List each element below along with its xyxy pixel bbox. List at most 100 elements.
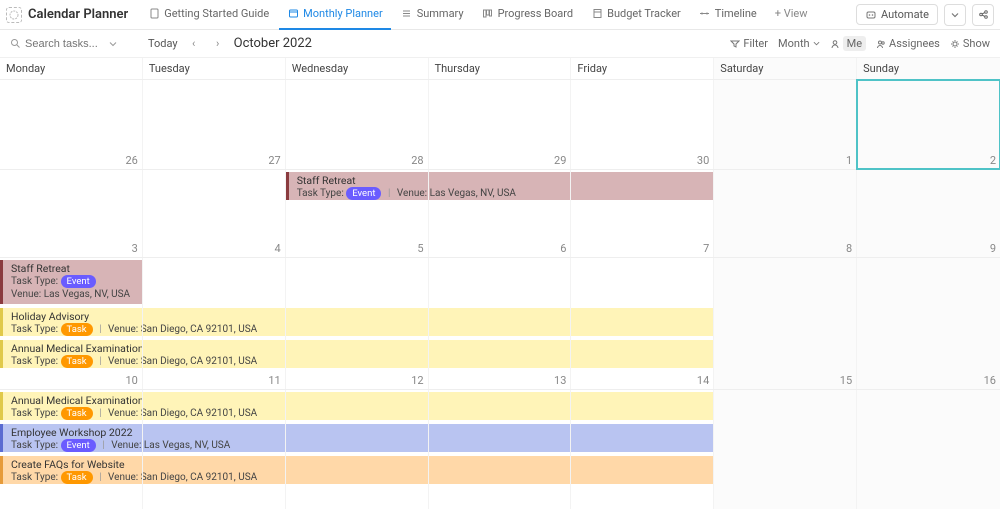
event-title: Create FAQs for Website — [11, 458, 994, 471]
tab-label: Monthly Planner — [303, 7, 383, 20]
event-type-label: Task Type: — [11, 356, 58, 367]
event-meta: Task Type: Event | Venue: Las Vegas, NV,… — [11, 439, 994, 452]
tab-monthly-planner[interactable]: Monthly Planner — [279, 0, 391, 30]
day-header-wed: Wednesday — [286, 58, 429, 79]
day-cell-today[interactable]: 2 — [857, 80, 1000, 169]
search-icon — [10, 38, 21, 49]
event-type-label: Task Type: — [11, 472, 58, 483]
gear-icon — [950, 39, 960, 49]
day-number: 1 — [846, 154, 852, 167]
event-meta: Task Type: Task | Venue: San Diego, CA 9… — [11, 407, 708, 420]
search-input[interactable] — [25, 38, 105, 50]
show-label: Show — [963, 37, 990, 50]
day-header-mon: Monday — [0, 58, 143, 79]
chevron-down-icon — [109, 40, 117, 48]
filter-label: Filter — [743, 37, 768, 50]
timeline-icon — [699, 8, 711, 20]
calendar: Monday Tuesday Wednesday Thursday Friday… — [0, 58, 1000, 509]
event-type-pill: Event — [61, 439, 96, 452]
prev-month-button[interactable]: ‹ — [186, 37, 202, 50]
event-type-label: Task Type: — [11, 324, 58, 335]
filter-button[interactable]: Filter — [730, 37, 768, 50]
filter-icon — [730, 39, 740, 49]
board-icon — [482, 8, 494, 20]
tab-summary[interactable]: Summary — [393, 0, 472, 30]
today-button[interactable]: Today — [148, 37, 178, 50]
tab-timeline[interactable]: Timeline — [691, 0, 765, 30]
day-cell[interactable]: 28 — [286, 80, 429, 169]
day-header-thu: Thursday — [429, 58, 572, 79]
robot-icon — [865, 9, 877, 21]
event-employee-workshop[interactable]: Employee Workshop 2022 Task Type: Event … — [0, 424, 1000, 452]
day-cell[interactable]: 29 — [429, 80, 572, 169]
toolbar: Today ‹ › October 2022 Filter Month Me A… — [0, 30, 1000, 58]
tab-label: Budget Tracker — [607, 7, 681, 20]
event-venue-label: Venue: — [108, 472, 138, 483]
view-label: Month — [778, 37, 810, 50]
event-title: Employee Workshop 2022 — [11, 426, 994, 439]
doc-icon — [148, 8, 160, 20]
event-venue-line: Venue: Las Vegas, NV, USA — [11, 289, 137, 302]
top-bar: Calendar Planner Getting Started Guide M… — [0, 0, 1000, 30]
event-type-pill: Task — [61, 407, 93, 420]
day-cell[interactable]: 30 — [571, 80, 714, 169]
day-number: 26 — [125, 154, 137, 167]
day-cell[interactable]: 1 — [714, 80, 857, 169]
event-annual-medical[interactable]: Annual Medical Examination Task Type: Ta… — [0, 340, 1000, 368]
view-selector[interactable]: Month — [778, 37, 820, 50]
chevron-down-icon — [813, 40, 820, 47]
calendar-icon — [287, 8, 299, 20]
share-button[interactable] — [972, 4, 994, 26]
day-number: 2 — [990, 154, 996, 167]
day-number: 28 — [411, 154, 423, 167]
tab-label: Summary — [417, 7, 464, 20]
me-filter[interactable]: Me — [830, 36, 866, 51]
event-venue-label: Venue: — [108, 324, 138, 335]
search-box[interactable] — [10, 38, 140, 50]
me-chip: Me — [843, 36, 866, 51]
tab-getting-started[interactable]: Getting Started Guide — [140, 0, 277, 30]
person-icon — [830, 39, 840, 49]
event-type-pill: Task — [61, 471, 93, 484]
event-staff-retreat[interactable]: Staff Retreat Task Type: Event Venue: La… — [0, 260, 143, 304]
event-holiday-advisory[interactable]: Holiday Advisory Task Type: Task | Venue… — [0, 308, 714, 336]
event-meta: Task Type: Event | Venue: Las Vegas, NV,… — [297, 187, 994, 200]
event-title: Staff Retreat — [11, 262, 137, 275]
event-type-pill: Event — [61, 275, 96, 288]
event-title: Annual Medical Examination — [11, 394, 708, 407]
day-headers: Monday Tuesday Wednesday Thursday Friday… — [0, 58, 1000, 80]
show-options[interactable]: Show — [950, 37, 990, 50]
list-icon — [401, 8, 413, 20]
event-meta: Task Type: Task | Venue: San Diego, CA 9… — [11, 471, 994, 484]
sheet-icon — [591, 8, 603, 20]
event-venue-label: Venue: — [397, 188, 427, 199]
event-venue: San Diego, CA 92101, USA — [141, 472, 257, 483]
event-type-pill: Task — [61, 355, 93, 368]
event-staff-retreat[interactable]: Staff Retreat Task Type: Event | Venue: … — [286, 172, 1000, 200]
event-create-faqs[interactable]: Create FAQs for Website Task Type: Task … — [0, 456, 1000, 484]
chevron-down-icon — [951, 11, 959, 19]
add-view-button[interactable]: + View — [767, 0, 816, 30]
month-label: October 2022 — [234, 36, 312, 51]
assignees-filter[interactable]: Assignees — [876, 37, 940, 50]
day-number: 30 — [697, 154, 709, 167]
tab-progress-board[interactable]: Progress Board — [474, 0, 582, 30]
automate-dropdown[interactable] — [944, 4, 966, 26]
event-venue-label: Venue: — [11, 289, 41, 300]
people-icon — [876, 39, 886, 49]
event-venue: San Diego, CA 92101, USA — [141, 408, 257, 419]
automate-button[interactable]: Automate — [856, 4, 938, 25]
day-header-tue: Tuesday — [143, 58, 286, 79]
day-cell[interactable]: 27 — [143, 80, 286, 169]
event-type-pill: Event — [346, 187, 381, 200]
week-row: 26 27 28 29 30 1 2 — [0, 80, 1000, 170]
tab-budget-tracker[interactable]: Budget Tracker — [583, 0, 689, 30]
event-annual-medical[interactable]: Annual Medical Examination Task Type: Ta… — [0, 392, 714, 420]
event-type-label: Task Type: — [11, 276, 58, 287]
event-venue-label: Venue: — [111, 440, 141, 451]
event-title: Staff Retreat — [297, 174, 994, 187]
event-meta: Task Type: Task | Venue: San Diego, CA 9… — [11, 323, 708, 336]
next-month-button[interactable]: › — [210, 37, 226, 50]
share-icon — [978, 9, 989, 20]
day-cell[interactable]: 26 — [0, 80, 143, 169]
